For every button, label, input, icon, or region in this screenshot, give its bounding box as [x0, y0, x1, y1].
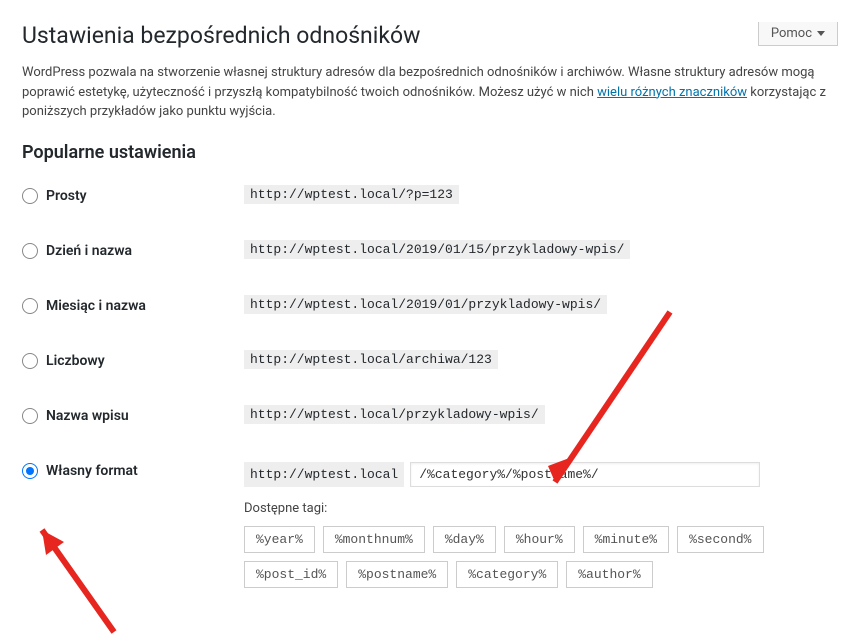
tag-button-hour[interactable]: %hour%	[504, 526, 575, 553]
option-example: http://wptest.local/2019/01/15/przyklado…	[244, 240, 630, 259]
option-example: http://wptest.local/?p=123	[244, 185, 459, 204]
radio-option-0[interactable]	[22, 188, 38, 204]
tag-button-year[interactable]: %year%	[244, 526, 315, 553]
help-tab[interactable]: Pomoc	[758, 22, 838, 46]
option-label: Dzień i nazwa	[46, 242, 244, 259]
option-label: Miesiąc i nazwa	[46, 297, 244, 314]
chevron-down-icon	[817, 31, 825, 36]
custom-structure-input[interactable]	[410, 462, 760, 487]
option-example: http://wptest.local/2019/01/przykladowy-…	[244, 295, 607, 314]
tag-button-monthnum[interactable]: %monthnum%	[323, 526, 425, 553]
option-row: Liczbowyhttp://wptest.local/archiwa/123	[22, 352, 838, 369]
tag-button-second[interactable]: %second%	[677, 526, 763, 553]
radio-option-4[interactable]	[22, 408, 38, 424]
option-label: Prosty	[46, 187, 244, 204]
option-row: Dzień i nazwahttp://wptest.local/2019/01…	[22, 242, 838, 259]
option-label: Liczbowy	[46, 352, 244, 369]
section-heading: Popularne ustawienia	[22, 142, 838, 163]
radio-option-3[interactable]	[22, 353, 38, 369]
tag-button-postname[interactable]: %postname%	[346, 561, 448, 588]
radio-option-1[interactable]	[22, 243, 38, 259]
tag-button-minute[interactable]: %minute%	[583, 526, 669, 553]
tags-label: Dostępne tagi:	[244, 501, 838, 516]
option-row: Miesiąc i nazwahttp://wptest.local/2019/…	[22, 297, 838, 314]
option-label: Nazwa wpisu	[46, 407, 244, 424]
option-row: Prostyhttp://wptest.local/?p=123	[22, 187, 838, 204]
option-row-custom: Własny format http://wptest.local Dostęp…	[22, 462, 838, 588]
custom-prefix: http://wptest.local	[244, 462, 404, 487]
option-row: Nazwa wpisuhttp://wptest.local/przyklado…	[22, 407, 838, 424]
tag-button-post_id[interactable]: %post_id%	[244, 561, 338, 588]
tag-button-category[interactable]: %category%	[456, 561, 558, 588]
page-title: Ustawienia bezpośrednich odnośników	[22, 22, 838, 49]
option-example: http://wptest.local/przykladowy-wpis/	[244, 405, 545, 424]
tag-button-author[interactable]: %author%	[566, 561, 652, 588]
page-description: WordPress pozwala na stworzenie własnej …	[22, 63, 838, 122]
option-example: http://wptest.local/archiwa/123	[244, 350, 498, 369]
tags-doc-link[interactable]: wielu różnych znaczników	[597, 85, 747, 100]
radio-custom[interactable]	[22, 463, 38, 479]
help-tab-label: Pomoc	[771, 26, 812, 41]
tag-button-day[interactable]: %day%	[433, 526, 496, 553]
radio-option-2[interactable]	[22, 298, 38, 314]
option-label-custom: Własny format	[46, 462, 244, 479]
